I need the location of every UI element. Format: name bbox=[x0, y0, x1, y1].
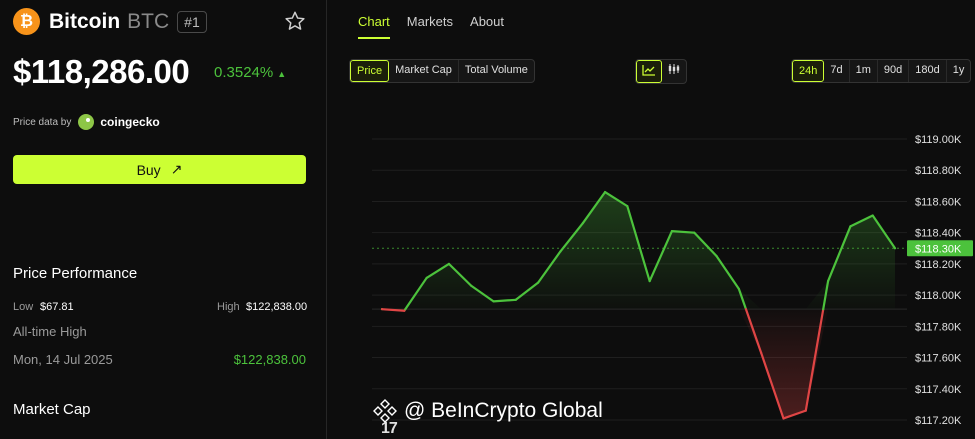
chart-panel: Chart Markets About Price Market Cap Tot… bbox=[327, 0, 975, 439]
buy-button[interactable]: Buy ↗ bbox=[13, 155, 306, 184]
price-segment bbox=[380, 308, 406, 312]
time-range-selector: 24h 7d 1m 90d 180d 1y bbox=[791, 59, 972, 83]
y-tick-label: $117.40K bbox=[915, 384, 962, 396]
range-1y[interactable]: 1y bbox=[947, 60, 971, 82]
y-axis-labels: $119.00K $118.80K $118.60K $118.40K $118.20K… bbox=[907, 134, 973, 427]
range-7d[interactable]: 7d bbox=[824, 60, 850, 82]
y-tick-label: $118.80K bbox=[915, 165, 962, 177]
coingecko-logo-icon bbox=[78, 114, 95, 130]
range-180d[interactable]: 180d bbox=[909, 60, 947, 82]
watermark: @ BeInCrypto Global bbox=[372, 398, 603, 424]
source-brand[interactable]: coingecko bbox=[100, 115, 159, 129]
diamond-logo-icon bbox=[373, 399, 397, 423]
line-chart-button[interactable] bbox=[636, 60, 662, 83]
bitcoin-logo-icon: ₿ bbox=[13, 8, 40, 35]
price-chart[interactable]: $119.00K $118.80K $118.60K $118.40K $118.20K… bbox=[327, 120, 975, 439]
current-price: $118,286.00 bbox=[13, 53, 190, 90]
ath-value: $122,838.00 bbox=[233, 352, 306, 367]
y-tick-label: $117.60K bbox=[915, 353, 962, 365]
tab-chart[interactable]: Chart bbox=[358, 14, 390, 39]
buy-label: Buy bbox=[136, 161, 161, 178]
price-segment bbox=[670, 230, 696, 234]
coin-name: Bitcoin bbox=[49, 9, 121, 33]
y-tick-label: $118.60K bbox=[915, 196, 962, 208]
market-cap-title: Market Cap bbox=[13, 401, 91, 418]
coin-header: ₿ Bitcoin BTC #1 bbox=[13, 8, 207, 35]
rank-badge: #1 bbox=[177, 10, 207, 33]
coin-symbol: BTC bbox=[127, 9, 170, 33]
y-tick-label: $117.80K bbox=[915, 321, 962, 333]
up-arrow-icon: ▲ bbox=[277, 69, 287, 79]
current-price-label: $118.30K bbox=[915, 243, 962, 255]
candlestick-icon bbox=[668, 64, 680, 74]
tab-markets[interactable]: Markets bbox=[407, 14, 453, 39]
source-label: Price data by bbox=[13, 116, 72, 128]
chart-type-selector bbox=[635, 59, 687, 84]
high-value: $122,838.00 bbox=[246, 301, 308, 313]
y-tick-label: $118.20K bbox=[915, 259, 962, 271]
area-fills bbox=[372, 192, 907, 419]
tab-about[interactable]: About bbox=[470, 14, 504, 39]
price-change-value: 0.3524% bbox=[214, 64, 274, 81]
line-chart-icon bbox=[642, 65, 655, 76]
y-tick-label: $117.20K bbox=[915, 415, 962, 427]
y-tick-label: $119.00K bbox=[915, 134, 962, 146]
metric-selector: Price Market Cap Total Volume bbox=[349, 59, 535, 83]
price-segment bbox=[492, 298, 517, 303]
metric-market-cap[interactable]: Market Cap bbox=[389, 60, 459, 82]
range-24h[interactable]: 24h bbox=[792, 60, 825, 82]
candlestick-chart-button[interactable] bbox=[662, 60, 686, 83]
price-change: 0.3524% ▲ bbox=[214, 64, 286, 81]
watermark-text: @ BeInCrypto Global bbox=[404, 399, 603, 422]
area-above-baseline bbox=[382, 192, 895, 310]
y-tick-label: $118.40K bbox=[915, 228, 962, 240]
coin-panel: ₿ Bitcoin BTC #1 $118,286.00 0.3524% ▲ Pr… bbox=[0, 0, 327, 439]
range-90d[interactable]: 90d bbox=[878, 60, 910, 82]
price-performance-title: Price Performance bbox=[13, 265, 138, 282]
ath-label: All-time High bbox=[13, 324, 87, 339]
y-tick-label: $118.00K bbox=[915, 290, 962, 302]
low-label: Low bbox=[13, 301, 34, 313]
ath-date: Mon, 14 Jul 2025 bbox=[13, 352, 113, 367]
price-source: Price data by coingecko bbox=[13, 114, 160, 130]
star-icon[interactable] bbox=[284, 10, 306, 32]
high-label: High bbox=[217, 301, 240, 313]
nav-tabs: Chart Markets About bbox=[358, 14, 504, 39]
metric-price[interactable]: Price bbox=[350, 60, 390, 82]
external-arrow-icon: ↗ bbox=[170, 161, 183, 177]
low-value: $67.81 bbox=[40, 301, 74, 313]
metric-total-volume[interactable]: Total Volume bbox=[459, 60, 534, 82]
range-1m[interactable]: 1m bbox=[850, 60, 878, 82]
